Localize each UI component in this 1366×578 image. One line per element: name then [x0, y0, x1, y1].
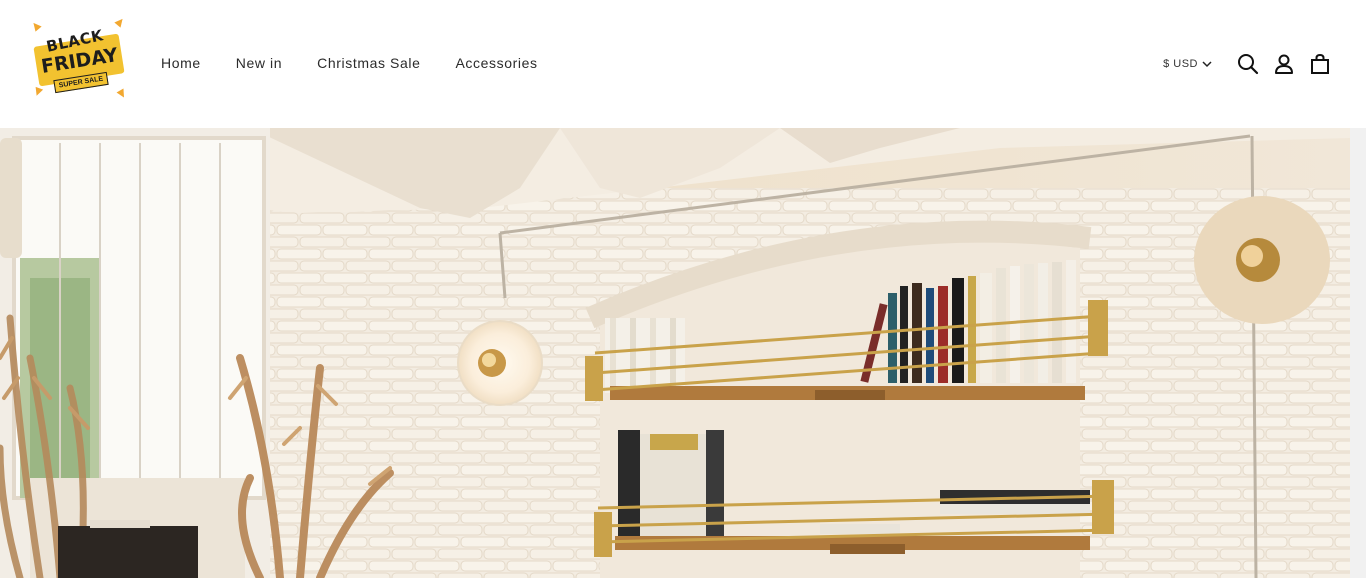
spark-icon [114, 16, 126, 28]
hero-image [0, 128, 1350, 578]
nav-item-new-in[interactable]: New in [236, 55, 282, 71]
site-header: BLACK FRIDAY SUPER SALE Home New in Chri… [0, 0, 1366, 128]
header-utilities: $ USD [1163, 52, 1332, 76]
account-icon [1275, 54, 1293, 74]
hero-banner [0, 128, 1350, 578]
search-icon [1238, 54, 1259, 75]
nav-item-christmas-sale[interactable]: Christmas Sale [317, 55, 420, 71]
page-scrollbar[interactable] [1350, 128, 1366, 578]
nav-item-accessories[interactable]: Accessories [455, 55, 537, 71]
main-nav: Home New in Christmas Sale Accessories [161, 55, 573, 71]
currency-selector[interactable]: $ USD [1163, 58, 1212, 70]
currency-label: $ USD [1163, 58, 1198, 70]
account-button[interactable] [1272, 52, 1296, 76]
cart-icon [1311, 53, 1329, 74]
spark-icon [116, 88, 128, 100]
store-logo[interactable]: BLACK FRIDAY SUPER SALE [30, 16, 128, 102]
chevron-down-icon [1202, 60, 1212, 67]
search-button[interactable] [1236, 52, 1260, 76]
spark-icon [30, 20, 42, 32]
cart-button[interactable] [1308, 52, 1332, 76]
nav-item-home[interactable]: Home [161, 55, 201, 71]
spark-icon [32, 86, 44, 98]
